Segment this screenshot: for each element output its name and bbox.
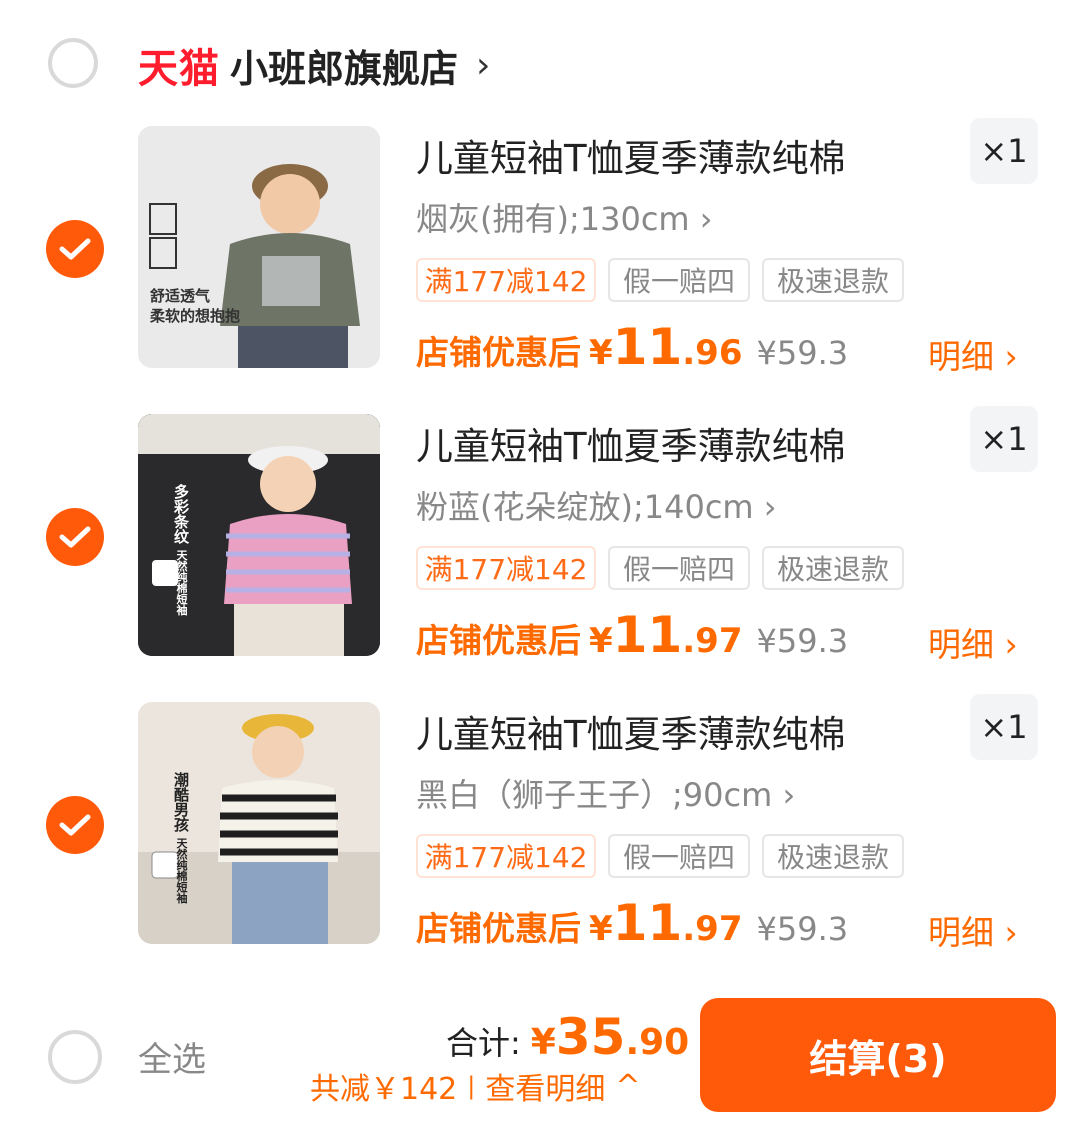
refund-tag: 极速退款 <box>762 258 904 302</box>
quantity-badge[interactable]: ×1 <box>970 694 1038 760</box>
image-caption: 多彩条纹 天然纯棉短袖 <box>172 484 190 616</box>
price-decimal: .97 <box>682 621 743 661</box>
original-price: ¥59.3 <box>756 334 849 372</box>
product-title[interactable]: 儿童短袖T恤夏季薄款纯棉 <box>416 128 846 182</box>
price-label: 店铺优惠后 <box>416 333 581 372</box>
tag-row: 满177减142 假一赔四 极速退款 <box>416 834 904 878</box>
original-price: ¥59.3 <box>756 622 849 660</box>
price-label: 店铺优惠后 <box>416 909 581 948</box>
shop-name: 小班郎旗舰店 <box>230 46 459 91</box>
guarantee-tag: 假一赔四 <box>608 258 750 302</box>
product-image[interactable]: 潮酷男孩 天然纯棉短袖 <box>138 702 380 944</box>
price-currency: ¥ <box>589 621 613 661</box>
price-row: 店铺优惠后 ¥ 11 .96 ¥59.3 <box>416 318 848 376</box>
total-currency: ¥ <box>530 1022 556 1063</box>
quantity-badge[interactable]: ×1 <box>970 406 1038 472</box>
shop-header[interactable]: 天猫 小班郎旗舰店 › <box>138 36 490 94</box>
price-detail-link[interactable]: 明细 › <box>928 618 1018 666</box>
item-select-checkbox[interactable] <box>46 220 104 278</box>
total-label: 合计: <box>446 1024 521 1062</box>
total-discount: 共减￥142 <box>310 1072 458 1107</box>
product-spec-selector[interactable]: 烟灰(拥有);130cm › <box>416 194 713 240</box>
quantity-badge[interactable]: ×1 <box>970 118 1038 184</box>
discount-row[interactable]: 共减￥142 | 查看明细 ^ <box>310 1064 641 1108</box>
tag-row: 满177减142 假一赔四 极速退款 <box>416 546 904 590</box>
price-row: 店铺优惠后 ¥ 11 .97 ¥59.3 <box>416 894 848 952</box>
product-title[interactable]: 儿童短袖T恤夏季薄款纯棉 <box>416 416 846 470</box>
promo-tag: 满177减142 <box>416 834 596 878</box>
check-icon <box>59 814 91 836</box>
price-integer: 11 <box>612 606 683 664</box>
guarantee-tag: 假一赔四 <box>608 546 750 590</box>
chevron-up-icon: ^ <box>615 1068 641 1104</box>
promo-tag: 满177减142 <box>416 546 596 590</box>
price-label: 店铺优惠后 <box>416 621 581 660</box>
divider: | <box>467 1072 476 1100</box>
refund-tag: 极速退款 <box>762 546 904 590</box>
product-image[interactable]: 舒适透气 柔软的想抱抱 <box>138 126 380 368</box>
check-icon <box>59 238 91 260</box>
product-spec-selector[interactable]: 黑白（狮子王子）;90cm › <box>416 770 795 816</box>
product-spec-selector[interactable]: 粉蓝(花朵绽放);140cm › <box>416 482 777 528</box>
item-select-checkbox[interactable] <box>46 796 104 854</box>
checkout-button[interactable]: 结算(3) <box>700 998 1056 1112</box>
chevron-right-icon: › <box>476 44 491 86</box>
guarantee-tag: 假一赔四 <box>608 834 750 878</box>
shop-select-radio[interactable] <box>48 38 98 88</box>
price-decimal: .97 <box>682 909 743 949</box>
refund-tag: 极速退款 <box>762 834 904 878</box>
total-row: 合计: ¥ 35 .90 <box>446 1008 689 1066</box>
select-all-radio[interactable] <box>48 1030 102 1084</box>
product-title[interactable]: 儿童短袖T恤夏季薄款纯棉 <box>416 704 846 758</box>
item-select-checkbox[interactable] <box>46 508 104 566</box>
image-caption: 潮酷男孩 天然纯棉短袖 <box>172 772 190 904</box>
price-detail-link[interactable]: 明细 › <box>928 906 1018 954</box>
total-decimal: .90 <box>625 1022 690 1063</box>
promo-tag: 满177减142 <box>416 258 596 302</box>
price-detail-link[interactable]: 明细 › <box>928 330 1018 378</box>
price-integer: 11 <box>612 318 683 376</box>
price-row: 店铺优惠后 ¥ 11 .97 ¥59.3 <box>416 606 848 664</box>
image-caption: 舒适透气 柔软的想抱抱 <box>150 287 241 325</box>
check-icon <box>59 526 91 548</box>
select-all-label[interactable]: 全选 <box>138 1032 206 1081</box>
price-currency: ¥ <box>589 909 613 949</box>
price-integer: 11 <box>612 894 683 952</box>
view-detail-link[interactable]: 查看明细 <box>485 1064 605 1108</box>
price-decimal: .96 <box>682 333 743 373</box>
product-image[interactable]: 多彩条纹 天然纯棉短袖 <box>138 414 380 656</box>
original-price: ¥59.3 <box>756 910 849 948</box>
total-integer: 35 <box>555 1008 626 1066</box>
price-currency: ¥ <box>589 333 613 373</box>
tag-row: 满177减142 假一赔四 极速退款 <box>416 258 904 302</box>
tmall-logo: 天猫 <box>138 46 220 92</box>
